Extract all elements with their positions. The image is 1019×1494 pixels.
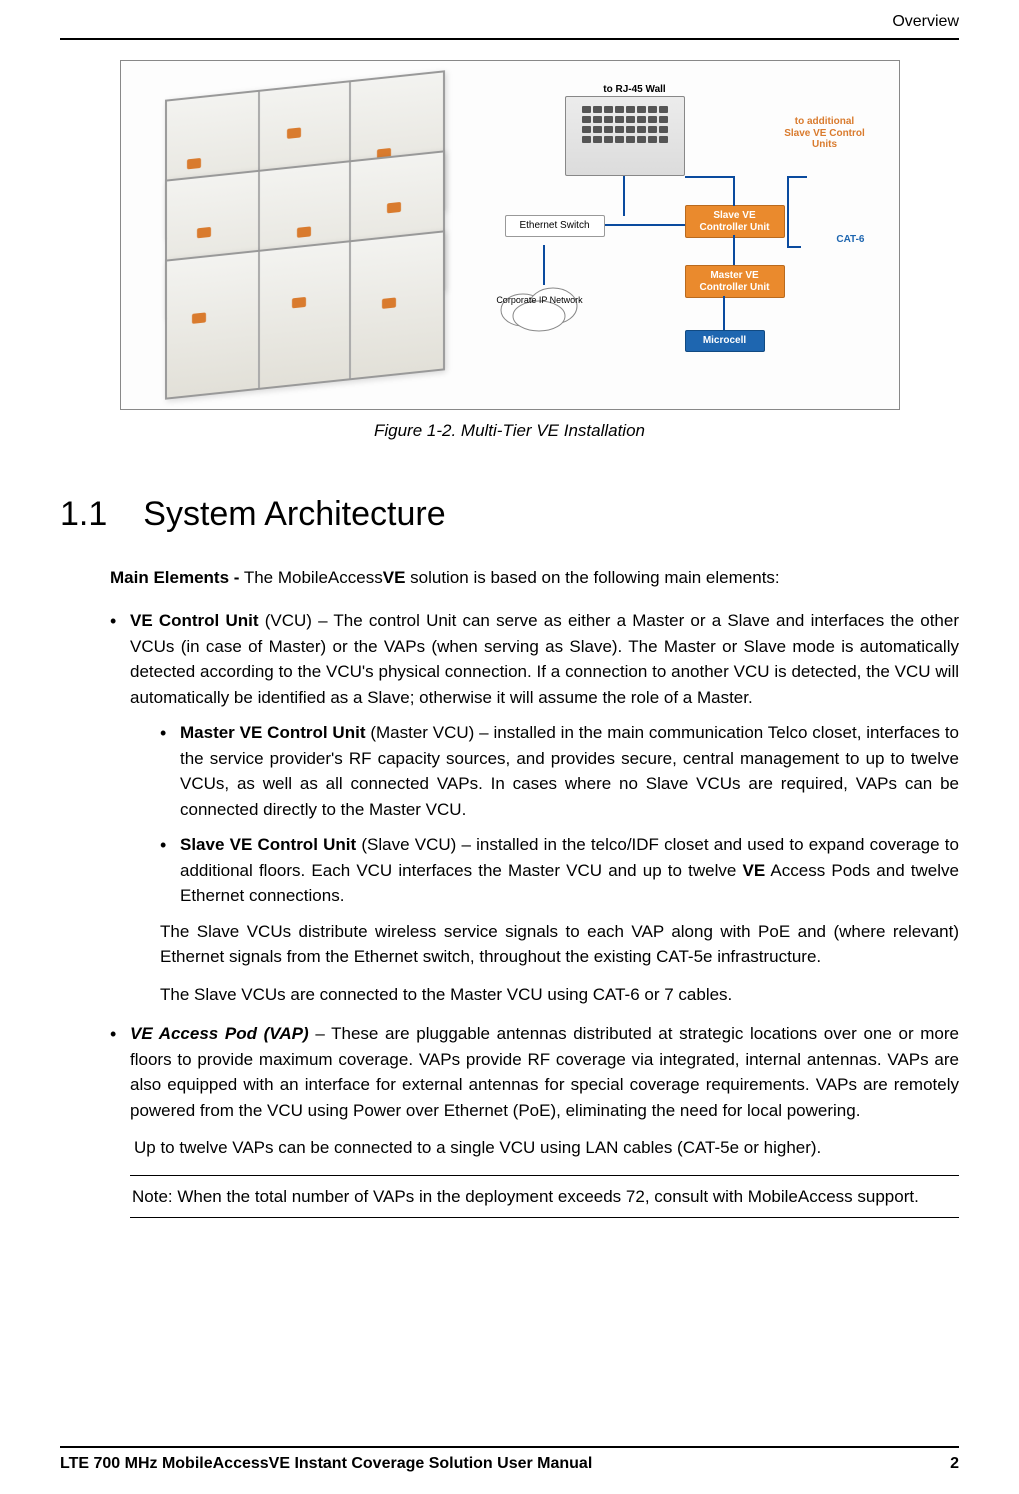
list-item-master-vcu: Master VE Control Unit (Master VCU) – in… bbox=[160, 720, 959, 822]
header-title: Overview bbox=[892, 13, 959, 30]
vcu-title: VE Control Unit bbox=[130, 611, 259, 630]
note-text: Note: When the total number of VAPs in t… bbox=[132, 1187, 919, 1206]
building-illustration bbox=[145, 85, 475, 385]
note-box: Note: When the total number of VAPs in t… bbox=[130, 1175, 959, 1219]
body-content: Main Elements - The MobileAccessVE solut… bbox=[60, 565, 959, 1219]
list-item-vap: VE Access Pod (VAP) – These are pluggabl… bbox=[110, 1021, 959, 1161]
slave-para-1: The Slave VCUs distribute wireless servi… bbox=[160, 919, 959, 970]
intro-paragraph: Main Elements - The MobileAccessVE solut… bbox=[110, 565, 959, 591]
figure-container: to RJ-45 Wall Jacks to additional Slave … bbox=[60, 60, 959, 444]
slave-para-2: The Slave VCUs are connected to the Mast… bbox=[160, 982, 959, 1008]
intro-ve: VE bbox=[383, 568, 406, 587]
network-diagram: to RJ-45 Wall Jacks to additional Slave … bbox=[495, 80, 875, 390]
vap-title: VE Access Pod (VAP) bbox=[130, 1024, 309, 1043]
figure-frame: to RJ-45 Wall Jacks to additional Slave … bbox=[120, 60, 900, 410]
page-number: 2 bbox=[950, 1452, 959, 1476]
footer-rule bbox=[60, 1446, 959, 1448]
slave-vcu-ve: VE bbox=[743, 861, 766, 880]
intro-text-after: solution is based on the following main … bbox=[405, 568, 779, 587]
corporate-network-label: Corporate IP Network bbox=[495, 296, 585, 306]
section-title: System Architecture bbox=[143, 495, 445, 533]
vap-para: Up to twelve VAPs can be connected to a … bbox=[134, 1135, 959, 1161]
microcell-box: Microcell bbox=[685, 330, 765, 352]
intro-lead-bold: Main Elements - bbox=[110, 568, 239, 587]
corporate-network-cloud: Corporate IP Network bbox=[495, 280, 585, 332]
figure-caption: Figure 1-2. Multi-Tier VE Installation bbox=[60, 418, 959, 444]
label-cat6: CAT-6 bbox=[830, 230, 870, 250]
section-number: 1.1 bbox=[60, 489, 107, 540]
list-item-slave-vcu: Slave VE Control Unit (Slave VCU) – inst… bbox=[160, 832, 959, 909]
intro-text-before: The MobileAccess bbox=[239, 568, 382, 587]
label-additional-slaves: to additional Slave VE Control Units bbox=[775, 112, 875, 155]
master-unit-box: Master VE Controller Unit bbox=[685, 265, 785, 298]
ethernet-switch-box: Ethernet Switch bbox=[505, 215, 605, 237]
master-vcu-title: Master VE Control Unit bbox=[180, 723, 365, 742]
slave-vcu-title: Slave VE Control Unit bbox=[180, 835, 356, 854]
jack-panel bbox=[565, 96, 685, 176]
list-item-vcu: VE Control Unit (VCU) – The control Unit… bbox=[110, 608, 959, 1007]
footer-title: LTE 700 MHz MobileAccessVE Instant Cover… bbox=[60, 1452, 592, 1476]
page-header: Overview bbox=[60, 0, 959, 38]
slave-unit-box: Slave VE Controller Unit bbox=[685, 205, 785, 238]
page-footer: LTE 700 MHz MobileAccessVE Instant Cover… bbox=[60, 1446, 959, 1476]
section-heading: 1.1 System Architecture bbox=[60, 489, 959, 540]
header-rule bbox=[60, 38, 959, 40]
